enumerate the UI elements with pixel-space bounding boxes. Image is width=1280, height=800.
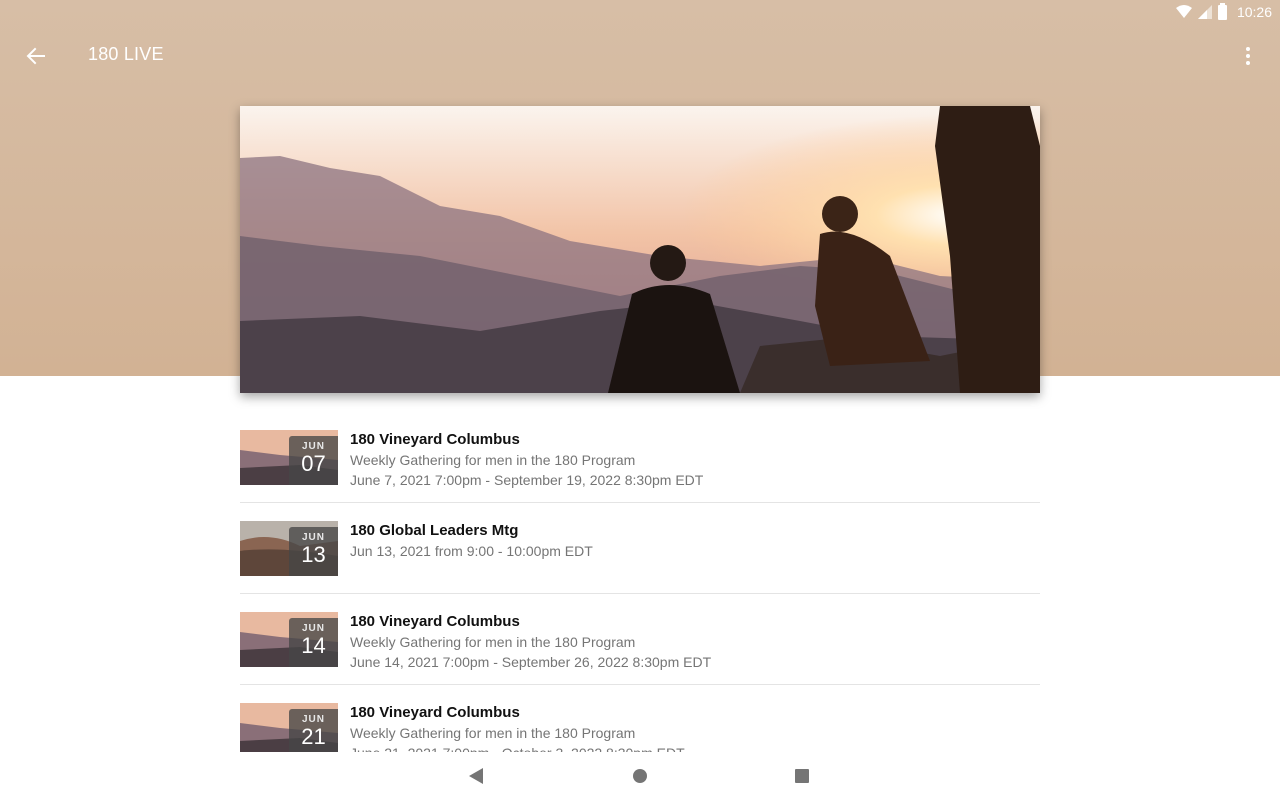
- event-datetime: Jun 13, 2021 from 9:00 - 10:00pm EDT: [350, 543, 593, 559]
- event-description: Weekly Gathering for men in the 180 Prog…: [350, 634, 636, 650]
- date-badge: JUN 07: [289, 436, 338, 485]
- page-title: 180 LIVE: [88, 44, 164, 64]
- event-description: Weekly Gathering for men in the 180 Prog…: [350, 725, 636, 741]
- event-thumbnail: JUN 13: [240, 521, 338, 576]
- date-day: 14: [301, 633, 326, 658]
- event-datetime: June 14, 2021 7:00pm - September 26, 202…: [350, 654, 712, 670]
- event-item[interactable]: JUN 07 180 Vineyard Columbus Weekly Gath…: [240, 412, 1040, 503]
- event-item[interactable]: JUN 14 180 Vineyard Columbus Weekly Gath…: [240, 594, 1040, 685]
- event-title: 180 Vineyard Columbus: [350, 613, 520, 630]
- date-badge: JUN 14: [289, 618, 338, 667]
- event-item[interactable]: JUN 13 180 Global Leaders Mtg Jun 13, 20…: [240, 503, 1040, 594]
- battery-icon: [1217, 2, 1227, 20]
- wifi-icon: [1175, 5, 1192, 18]
- event-description: Weekly Gathering for men in the 180 Prog…: [350, 452, 636, 468]
- event-title: 180 Vineyard Columbus: [350, 704, 520, 721]
- app-bar: 180 LIVE: [0, 24, 1280, 88]
- more-options-button[interactable]: [1232, 40, 1264, 72]
- back-button[interactable]: [20, 40, 52, 72]
- event-item[interactable]: JUN 21 180 Vineyard Columbus Weekly Gath…: [240, 685, 1040, 752]
- date-day: 13: [301, 542, 326, 567]
- nav-recents-icon[interactable]: [795, 769, 809, 783]
- arrow-back-icon: [26, 47, 45, 65]
- nav-back-icon[interactable]: [469, 768, 483, 784]
- nav-home-icon[interactable]: [633, 769, 647, 783]
- event-list: JUN 07 180 Vineyard Columbus Weekly Gath…: [240, 412, 1040, 752]
- date-day: 07: [301, 451, 326, 476]
- event-thumbnail: JUN 21: [240, 703, 338, 752]
- event-title: 180 Vineyard Columbus: [350, 431, 520, 448]
- hero-image: [240, 106, 1040, 393]
- more-vert-icon: [1246, 47, 1250, 51]
- date-day: 21: [301, 724, 326, 749]
- event-thumbnail: JUN 07: [240, 430, 338, 485]
- status-time: 10:26: [1236, 4, 1272, 20]
- event-datetime: June 21, 2021 7:00pm - October 3, 2022 8…: [350, 743, 685, 752]
- event-datetime: June 7, 2021 7:00pm - September 19, 2022…: [350, 472, 704, 488]
- date-badge: JUN 13: [289, 527, 338, 576]
- event-title: 180 Global Leaders Mtg: [350, 522, 519, 539]
- date-badge: JUN 21: [289, 709, 338, 752]
- system-nav-bar: [0, 752, 1280, 800]
- status-bar: 10:26: [0, 0, 1280, 24]
- event-thumbnail: JUN 14: [240, 612, 338, 667]
- signal-icon: [1197, 5, 1212, 19]
